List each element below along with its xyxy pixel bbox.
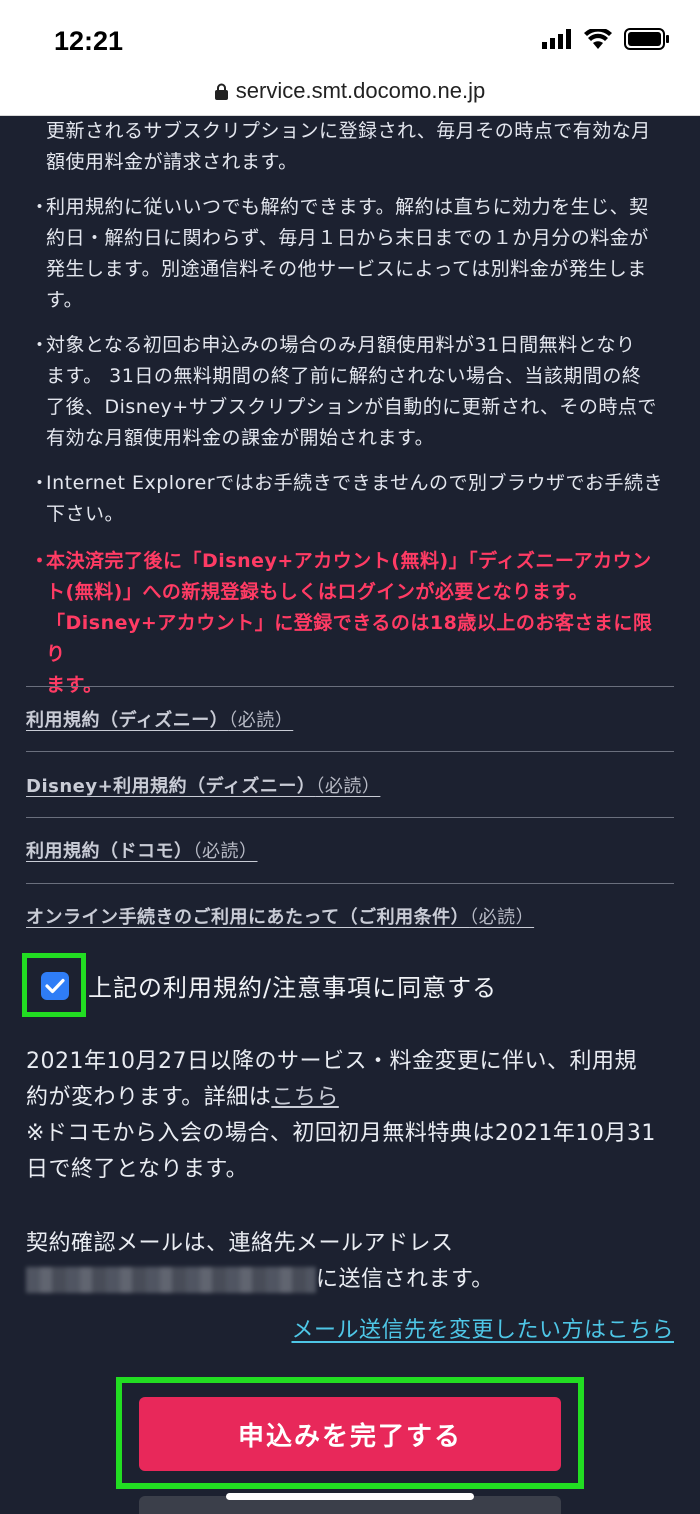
bullet-mark: ・ bbox=[30, 334, 50, 356]
terms-link-docomo[interactable]: 利用規約（ドコモ）（必読） bbox=[26, 837, 258, 863]
text-line: 「Disney+アカウント」に登録できるのは18歳以上のお客さまに限り bbox=[46, 612, 653, 665]
text-line: 日で終了となります。 bbox=[26, 1157, 249, 1182]
text-line: 了後、Disney+サブスクリプションが自動的に更新され、その時点で bbox=[46, 396, 657, 418]
divider bbox=[26, 883, 674, 884]
agree-checkbox[interactable] bbox=[41, 972, 69, 1000]
terms-link-disney-plus[interactable]: Disney+利用規約（ディズニー）（必読） bbox=[26, 772, 380, 798]
email-notice: 契約確認メールは、連絡先メールアドレス に送信されます。 bbox=[26, 1226, 676, 1298]
terms-bullet-warning: ・ 本決済完了後に「Disney+アカウント(無料)」「ディズニーアカウン ト(… bbox=[30, 546, 670, 701]
checkmark-icon bbox=[45, 978, 65, 994]
text-line: に送信されます。 bbox=[26, 1262, 676, 1298]
divider bbox=[26, 686, 674, 687]
text-line: 契約確認メールは、連絡先メールアドレス bbox=[26, 1231, 454, 1256]
text-line: ※ドコモから入会の場合、初回初月無料特典は2021年10月31 bbox=[26, 1121, 656, 1146]
divider bbox=[26, 751, 674, 752]
wifi-icon bbox=[584, 29, 612, 49]
terms-bullet-free-trial: ・ 対象となる初回お申込みの場合のみ月額使用料が31日間無料となり ます。 31… bbox=[30, 330, 670, 454]
home-indicator[interactable] bbox=[226, 1493, 474, 1500]
required-label: （必読） bbox=[228, 710, 294, 731]
bullet-mark: ・ bbox=[30, 550, 50, 572]
terms-bullet-cancellation: ・ 利用規約に従いいつでも解約できます。解約は直ちに効力を生じ、契 約日・解約日… bbox=[30, 192, 670, 316]
required-label: （必読） bbox=[469, 907, 535, 928]
signal-icon bbox=[542, 29, 571, 49]
agree-label[interactable]: 上記の利用規約/注意事項に同意する bbox=[88, 968, 497, 1003]
redacted-email bbox=[26, 1267, 316, 1293]
change-email-link[interactable]: メール送信先を変更したい方はこちら bbox=[291, 1312, 674, 1344]
text-line: 本決済完了後に「Disney+アカウント(無料)」「ディズニーアカウン bbox=[46, 550, 652, 572]
link-label: Disney+利用規約（ディズニー） bbox=[26, 776, 316, 797]
text-line: 2021年10月27日以降のサービス・料金変更に伴い、利用規 bbox=[26, 1049, 637, 1074]
text-line: 有効な月額使用料金の課金が開始されます。 bbox=[46, 427, 435, 449]
text-line: 額使用料金が請求されます。 bbox=[46, 151, 298, 173]
text-line: 下さい。 bbox=[46, 503, 125, 525]
battery-icon bbox=[624, 28, 669, 50]
complete-application-button[interactable]: 申込みを完了する bbox=[139, 1397, 561, 1471]
text-span: に送信されます。 bbox=[316, 1267, 494, 1292]
text-line: 約日・解約日に関わらず、毎月１日から末日までの１か月分の料金が bbox=[46, 227, 649, 249]
link-label: 利用規約（ドコモ） bbox=[26, 841, 193, 862]
link-label: 利用規約（ディズニー） bbox=[26, 710, 229, 731]
lock-icon bbox=[214, 83, 228, 100]
terms-bullet-continued: 更新されるサブスクリプションに登録され、毎月その時点で有効な月 額使用料金が請求… bbox=[30, 116, 670, 178]
text-line: ト(無料)」への新規登録もしくはログインが必要となります。 bbox=[46, 581, 589, 603]
text-line: ます。 31日の無料期間の終了前に解約されない場合、当該期間の終 bbox=[46, 365, 642, 387]
url-text: service.smt.docomo.ne.jp bbox=[235, 78, 486, 103]
text-line: 約が変わります。詳細はこちら bbox=[26, 1080, 676, 1116]
text-line: 対象となる初回お申込みの場合のみ月額使用料が31日間無料となり bbox=[46, 334, 636, 356]
terms-bullet-browser: ・ Internet Explorerではお手続きできませんので別ブラウザでお手… bbox=[30, 468, 670, 530]
text-line: Internet Explorerではお手続きできませんので別ブラウザでお手続き bbox=[46, 472, 664, 494]
link-label: オンライン手続きのご利用にあたって（ご利用条件） bbox=[26, 907, 470, 928]
text-line: 発生します。別途通信料その他サービスによっては別料金が発生しま bbox=[46, 258, 647, 280]
terms-link-disney[interactable]: 利用規約（ディズニー）（必読） bbox=[26, 706, 293, 732]
bullet-mark: ・ bbox=[30, 196, 50, 218]
required-label: （必読） bbox=[315, 776, 381, 797]
terms-link-online-procedure[interactable]: オンライン手続きのご利用にあたって（ご利用条件）（必読） bbox=[26, 903, 534, 929]
text-line: 利用規約に従いいつでも解約できます。解約は直ちに効力を生じ、契 bbox=[46, 196, 649, 218]
text-line: す。 bbox=[46, 289, 84, 311]
text-line: 更新されるサブスクリプションに登録され、毎月その時点で有効な月 bbox=[46, 120, 651, 142]
details-link[interactable]: こちら bbox=[271, 1085, 339, 1110]
browser-url-bar[interactable]: service.smt.docomo.ne.jp bbox=[0, 72, 700, 116]
status-time: 12:21 bbox=[54, 26, 124, 56]
text-span: 約が変わります。詳細は bbox=[26, 1085, 272, 1110]
service-change-notice: 2021年10月27日以降のサービス・料金変更に伴い、利用規 約が変わります。詳… bbox=[26, 1044, 676, 1188]
required-label: （必読） bbox=[192, 841, 258, 862]
status-icons bbox=[542, 28, 670, 50]
status-bar: 12:21 bbox=[0, 0, 700, 72]
divider bbox=[26, 817, 674, 818]
bullet-mark: ・ bbox=[30, 472, 50, 494]
